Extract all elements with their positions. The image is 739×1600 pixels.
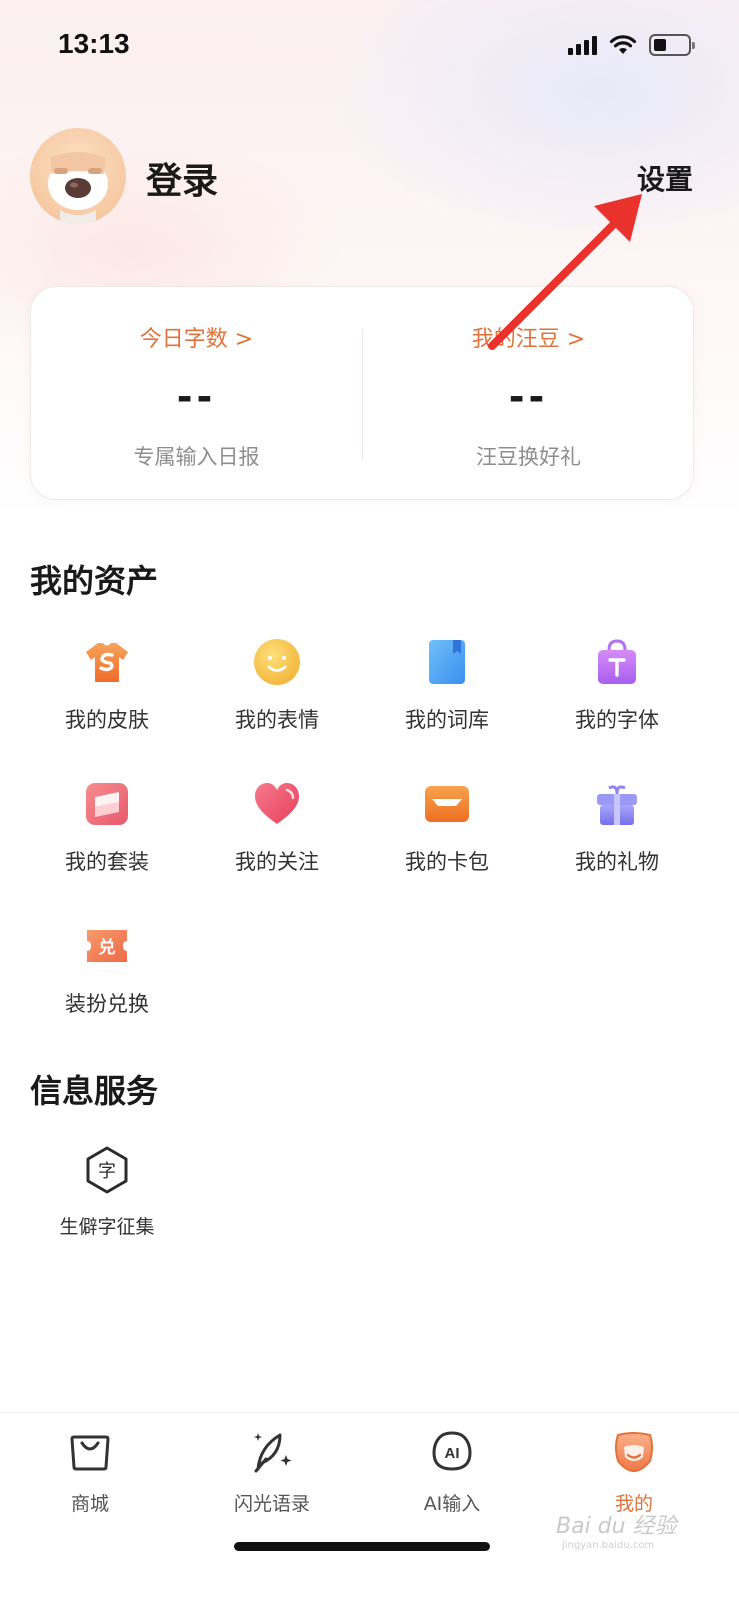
- status-bar: 13:13: [0, 0, 739, 90]
- today-words-subtitle: 专属输入日报: [133, 445, 260, 469]
- shop-bag-icon: [70, 1435, 110, 1471]
- asset-item-suit[interactable]: 我的套装: [22, 780, 192, 880]
- exchange-icon-glyph: 兑: [99, 937, 116, 958]
- status-icons: [568, 34, 695, 56]
- font-bag-icon: [598, 639, 636, 684]
- profile-face-icon: [615, 1432, 653, 1473]
- rare-character-glyph: 字: [98, 1161, 116, 1182]
- today-words-value: --: [176, 375, 217, 419]
- nav-label: 闪光语录: [233, 1493, 310, 1515]
- signal-icon: [568, 35, 597, 55]
- nav-label: AI输入: [423, 1493, 481, 1515]
- asset-item-label: 我的关注: [235, 850, 319, 874]
- asset-item-label: 我的礼物: [575, 850, 659, 874]
- asset-item-label: 装扮兑换: [65, 992, 149, 1016]
- bottom-nav: 商城 闪光语录 AI AI输入 我的: [0, 1412, 739, 1600]
- asset-item-emoji[interactable]: 我的表情: [192, 638, 362, 738]
- book-icon: [429, 640, 465, 684]
- smile-icon: [254, 639, 300, 685]
- asset-item-skin[interactable]: 我的皮肤: [22, 638, 192, 738]
- assets-section-title: 我的资产: [30, 562, 159, 600]
- asset-item-label: 我的卡包: [405, 850, 489, 874]
- watermark-url: jingyan.baidu.com: [562, 1540, 655, 1551]
- suit-icon: [86, 783, 128, 825]
- services-section-title: 信息服务: [30, 1072, 159, 1110]
- my-beans-subtitle: 汪豆换好礼: [476, 445, 581, 469]
- rare-character-icon: 字: [86, 1146, 128, 1194]
- avatar[interactable]: [30, 128, 126, 224]
- service-item-label: 生僻字征集: [59, 1216, 155, 1238]
- dog-avatar-icon: [48, 152, 108, 224]
- watermark: Bai du 经验: [556, 1514, 677, 1539]
- asset-item-font[interactable]: 我的字体: [532, 638, 702, 738]
- heart-icon: [255, 783, 299, 824]
- asset-item-exchange[interactable]: 兑 装扮兑换: [22, 922, 192, 1022]
- home-indicator: [234, 1542, 490, 1551]
- today-words-stat[interactable]: 今日字数 > -- 专属输入日报: [31, 287, 362, 501]
- service-item-rare-character[interactable]: 字 生僻字征集: [22, 1146, 192, 1242]
- today-words-link[interactable]: 今日字数 >: [31, 321, 362, 353]
- asset-item-card-wallet[interactable]: 我的卡包: [362, 780, 532, 880]
- status-time: 13:13: [58, 28, 130, 59]
- login-label[interactable]: 登录: [146, 152, 218, 204]
- ai-input-icon: AI: [432, 1431, 472, 1471]
- asset-item-label: 我的皮肤: [65, 708, 149, 732]
- asset-item-gift[interactable]: 我的礼物: [532, 780, 702, 880]
- asset-item-label: 我的字体: [575, 708, 659, 732]
- feather-sparkle-icon: [254, 1433, 292, 1473]
- asset-item-follow[interactable]: 我的关注: [192, 780, 362, 880]
- card-wallet-icon: [425, 786, 469, 822]
- tshirt-icon: [86, 643, 128, 682]
- asset-item-dictionary[interactable]: 我的词库: [362, 638, 532, 738]
- ai-icon-glyph: AI: [445, 1445, 460, 1462]
- asset-item-label: 我的套装: [65, 850, 149, 874]
- battery-icon: [649, 34, 695, 56]
- exchange-ticket-icon: 兑: [87, 930, 127, 962]
- asset-item-label: 我的词库: [405, 708, 489, 732]
- annotation-arrow-icon: [488, 194, 642, 350]
- asset-item-label: 我的表情: [235, 708, 319, 732]
- gift-icon: [597, 785, 637, 825]
- wifi-icon: [609, 35, 637, 54]
- nav-label: 商城: [70, 1493, 109, 1515]
- my-beans-value: --: [508, 375, 549, 419]
